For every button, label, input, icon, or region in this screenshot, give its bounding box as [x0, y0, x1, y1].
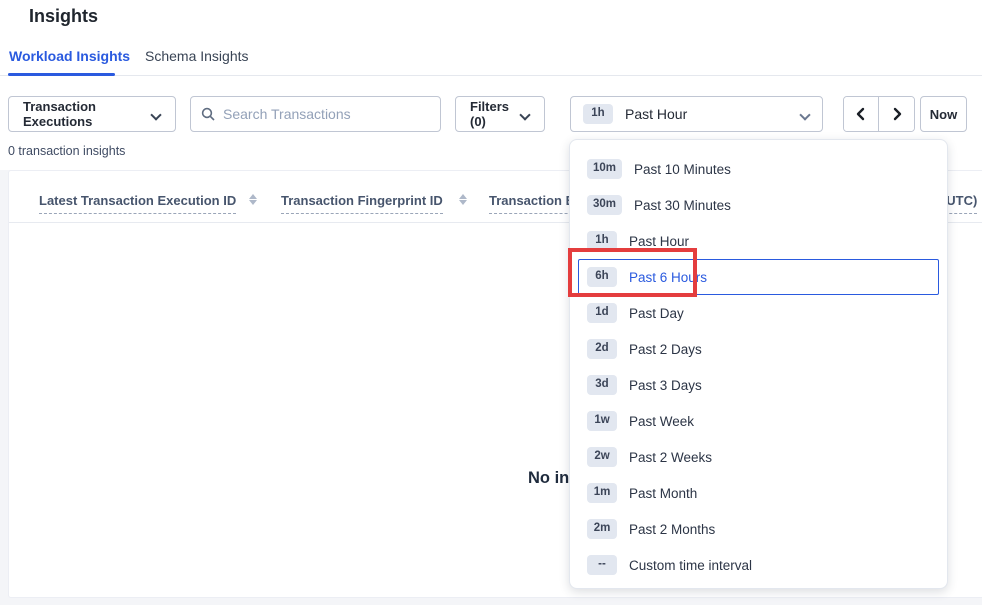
now-button[interactable]: Now	[920, 96, 967, 132]
time-option-label: Past 6 Hours	[629, 270, 707, 285]
active-tab-underline	[8, 73, 115, 76]
column-header-latest-transaction-execution-id[interactable]: Latest Transaction Execution ID	[39, 193, 236, 214]
column-header-transaction-fingerprint-id[interactable]: Transaction Fingerprint ID	[281, 193, 443, 214]
time-option[interactable]: 6h Past 6 Hours	[578, 259, 939, 295]
time-option-label: Past Day	[629, 306, 684, 321]
time-option-label: Past 3 Days	[629, 378, 702, 393]
time-option[interactable]: 2m Past 2 Months	[578, 511, 939, 547]
time-option[interactable]: 1d Past Day	[578, 295, 939, 331]
filters-label: Filters (0)	[470, 99, 512, 129]
time-option-badge: 2w	[587, 447, 617, 467]
time-option-badge: 1w	[587, 411, 617, 431]
time-option[interactable]: -- Custom time interval	[578, 547, 939, 583]
tab-schema-insights[interactable]: Schema Insights	[145, 48, 249, 64]
time-interval-label: Past Hour	[625, 106, 788, 122]
sort-icon[interactable]	[248, 193, 258, 209]
transaction-type-label: Transaction Executions	[23, 99, 143, 129]
time-interval-dropdown: 10m Past 10 Minutes 30m Past 30 Minutes …	[569, 139, 948, 589]
time-option-badge: 1h	[587, 231, 617, 251]
time-option-badge: 2m	[587, 519, 617, 539]
tab-bar: Workload Insights Schema Insights	[0, 75, 982, 76]
time-option-badge: 10m	[587, 159, 622, 179]
search-icon	[201, 107, 215, 121]
sort-icon[interactable]	[458, 193, 468, 209]
time-option-badge: 30m	[587, 195, 622, 215]
chevron-down-icon	[800, 109, 810, 119]
time-option[interactable]: 3d Past 3 Days	[578, 367, 939, 403]
time-option-badge: 1m	[587, 483, 617, 503]
time-option-label: Past 2 Months	[629, 522, 715, 537]
time-option-badge: --	[587, 555, 617, 575]
time-option[interactable]: 1h Past Hour	[578, 223, 939, 259]
time-interval-select[interactable]: 1h Past Hour	[570, 96, 823, 132]
time-option[interactable]: 1m Past Month	[578, 475, 939, 511]
time-option[interactable]: 1w Past Week	[578, 403, 939, 439]
time-option-label: Past 2 Days	[629, 342, 702, 357]
time-option-label: Past Week	[629, 414, 694, 429]
time-option[interactable]: 10m Past 10 Minutes	[578, 151, 939, 187]
filters-button[interactable]: Filters (0)	[455, 96, 545, 132]
search-box[interactable]	[190, 96, 441, 132]
insights-count: 0 transaction insights	[8, 144, 125, 158]
time-option-label: Past 10 Minutes	[634, 162, 731, 177]
transaction-type-select[interactable]: Transaction Executions	[8, 96, 176, 132]
chevron-down-icon	[520, 109, 530, 119]
tab-workload-insights[interactable]: Workload Insights	[9, 48, 130, 64]
time-option-badge: 1d	[587, 303, 617, 323]
time-option-badge: 3d	[587, 375, 617, 395]
next-interval-button[interactable]	[879, 97, 914, 131]
time-option-label: Past Hour	[629, 234, 689, 249]
time-option-badge: 6h	[587, 267, 617, 287]
chevron-down-icon	[151, 109, 161, 119]
time-interval-badge: 1h	[583, 104, 613, 124]
time-nav-arrows	[843, 96, 915, 132]
search-input[interactable]	[223, 106, 430, 122]
time-option-label: Past Month	[629, 486, 697, 501]
time-option[interactable]: 2w Past 2 Weeks	[578, 439, 939, 475]
time-option[interactable]: 30m Past 30 Minutes	[578, 187, 939, 223]
previous-interval-button[interactable]	[844, 97, 879, 131]
time-option-label: Past 30 Minutes	[634, 198, 731, 213]
time-option-label: Custom time interval	[629, 558, 752, 573]
time-option[interactable]: 2d Past 2 Days	[578, 331, 939, 367]
time-option-label: Past 2 Weeks	[629, 450, 712, 465]
page-title: Insights	[29, 6, 98, 27]
time-option-badge: 2d	[587, 339, 617, 359]
